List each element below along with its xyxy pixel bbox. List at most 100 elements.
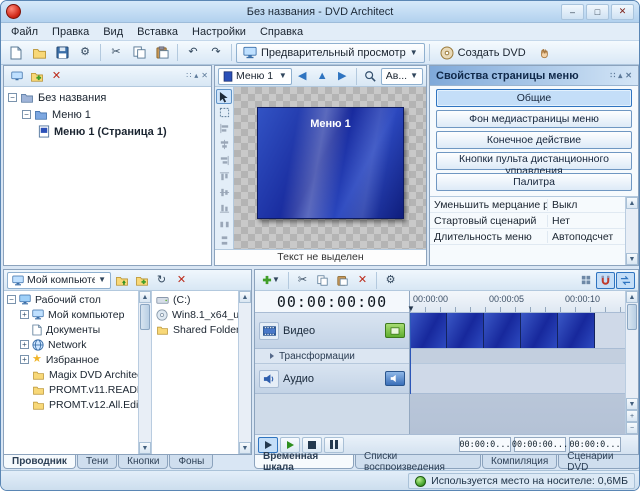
- playhead-marker[interactable]: ▼: [407, 304, 415, 313]
- scroll-track[interactable]: [626, 303, 638, 398]
- scroll-thumb[interactable]: [140, 304, 150, 330]
- tree-row-menu1-page1[interactable]: Меню 1 (Страница 1): [4, 123, 211, 140]
- open-project-button[interactable]: [28, 43, 50, 63]
- property-row[interactable]: Длительность меню Автоподсчет: [430, 229, 625, 245]
- tab-buttons[interactable]: Кнопки: [118, 455, 168, 469]
- property-row[interactable]: Стартовый сценарий Нет: [430, 213, 625, 229]
- zoom-tool-button[interactable]: [361, 68, 380, 85]
- tab-backgrounds[interactable]: Фоны: [169, 455, 213, 469]
- menu-preview[interactable]: Меню 1: [257, 107, 404, 219]
- cut-event-button[interactable]: ✂: [293, 272, 312, 289]
- grid-view-button[interactable]: [576, 272, 595, 289]
- insert-media-button[interactable]: ▼: [258, 272, 284, 289]
- audio-track-lane[interactable]: [410, 364, 625, 394]
- video-track-header[interactable]: Видео: [255, 313, 409, 349]
- scroll-down-button[interactable]: ▼: [239, 442, 251, 454]
- menu-options[interactable]: Настройки: [185, 24, 253, 40]
- insert-video-button[interactable]: [385, 323, 405, 338]
- nav-up-button[interactable]: ▲: [313, 68, 332, 85]
- insert-menu-button[interactable]: [27, 68, 46, 85]
- expand-toggle[interactable]: −: [7, 295, 16, 304]
- align-middle-button[interactable]: [216, 185, 232, 200]
- menu-help[interactable]: Справка: [253, 24, 310, 40]
- align-right-button[interactable]: [216, 153, 232, 168]
- new-folder-button[interactable]: [132, 272, 151, 289]
- panel-collapse-button[interactable]: ▴: [618, 72, 622, 80]
- tab-themes[interactable]: Тени: [77, 455, 117, 469]
- delete-item-button[interactable]: ✕: [47, 68, 66, 85]
- video-event-frame[interactable]: [484, 313, 521, 348]
- create-dvd-button[interactable]: Создать DVD: [434, 43, 532, 63]
- props-tab-general[interactable]: Общие: [436, 89, 632, 107]
- menu-canvas[interactable]: Меню 1: [234, 87, 426, 249]
- menu-view[interactable]: Вид: [96, 24, 130, 40]
- maximize-button[interactable]: □: [586, 4, 609, 20]
- tree-row-favorites[interactable]: + ★ Избранное: [4, 352, 138, 367]
- props-tab-remote-buttons[interactable]: Кнопки пульта дистанционного управления: [436, 152, 632, 170]
- minimize-button[interactable]: –: [561, 4, 584, 20]
- new-project-button[interactable]: [5, 43, 27, 63]
- properties-scrollbar[interactable]: ▲ ▼: [625, 197, 638, 265]
- audio-mute-button[interactable]: [385, 371, 405, 386]
- sizing-tool-button[interactable]: [216, 105, 232, 120]
- scroll-down-button[interactable]: ▼: [626, 398, 638, 410]
- scroll-thumb[interactable]: [627, 304, 637, 330]
- file-row-shared-folders[interactable]: Shared Folders (: [152, 322, 238, 337]
- copy-button[interactable]: [128, 43, 150, 63]
- refresh-button[interactable]: ↻: [152, 272, 171, 289]
- align-top-button[interactable]: [216, 169, 232, 184]
- tree-row-magix-folder[interactable]: Magix DVD Architect Stu...: [4, 367, 138, 382]
- folder-tree-scrollbar[interactable]: ▲ ▼: [138, 291, 151, 454]
- undo-button[interactable]: ↶: [182, 43, 204, 63]
- timeline-tracks-area[interactable]: 00:00:00 00:00:05 00:00:10 ▼: [410, 291, 625, 434]
- menu-selector-dropdown[interactable]: Меню 1 ▼: [218, 68, 292, 85]
- scroll-track[interactable]: [626, 209, 638, 253]
- zoom-in-button[interactable]: +: [626, 410, 638, 422]
- panel-grip-icon[interactable]: ∷: [610, 72, 615, 80]
- video-event-frame[interactable]: [410, 313, 447, 348]
- scroll-up-button[interactable]: ▲: [626, 197, 638, 209]
- show-preview-button[interactable]: [7, 68, 26, 85]
- paste-event-button[interactable]: [333, 272, 352, 289]
- tab-compilation[interactable]: Компиляция: [482, 455, 557, 469]
- scroll-down-button[interactable]: ▼: [626, 253, 638, 265]
- file-row-drive-c[interactable]: (C:): [152, 292, 238, 307]
- location-dropdown[interactable]: Мой компьютер ▼: [7, 272, 111, 289]
- delete-file-button[interactable]: ✕: [172, 272, 191, 289]
- tree-row-menu1[interactable]: − Меню 1: [4, 106, 211, 123]
- redo-button[interactable]: ↷: [205, 43, 227, 63]
- scroll-down-button[interactable]: ▼: [139, 442, 151, 454]
- align-bottom-button[interactable]: [216, 201, 232, 216]
- video-event-frame[interactable]: [521, 313, 558, 348]
- expand-toggle[interactable]: +: [20, 340, 29, 349]
- event-properties-button[interactable]: ⚙: [381, 272, 400, 289]
- tab-timeline[interactable]: Временная шкала: [254, 455, 354, 469]
- delete-event-button[interactable]: ✕: [353, 272, 372, 289]
- expand-toggle[interactable]: −: [22, 110, 31, 119]
- nav-forward-button[interactable]: ▶: [333, 68, 352, 85]
- interaction-hand-button[interactable]: [533, 43, 555, 63]
- tree-row-promt11-folder[interactable]: PROMT.v11.READNFO_KE...: [4, 382, 138, 397]
- props-tab-background[interactable]: Фон медиастраницы меню: [436, 110, 632, 128]
- timecode-display[interactable]: 00:00:00:00: [255, 291, 409, 313]
- selection-end-timecode[interactable]: 00:00:00...: [514, 437, 566, 452]
- property-value[interactable]: Автоподсчет: [547, 231, 625, 243]
- preview-button[interactable]: Предварительный просмотр ▼: [236, 43, 425, 63]
- transform-subtrack-header[interactable]: Трансформации: [255, 349, 409, 364]
- project-properties-button[interactable]: ⚙: [74, 43, 96, 63]
- menu-edit[interactable]: Правка: [45, 24, 96, 40]
- auto-ripple-button[interactable]: [616, 272, 635, 289]
- timeline-ruler[interactable]: 00:00:00 00:00:05 00:00:10 ▼: [410, 291, 625, 313]
- tree-row-network[interactable]: + Network: [4, 337, 138, 352]
- menu-insert[interactable]: Вставка: [130, 24, 185, 40]
- property-value[interactable]: Нет: [547, 215, 625, 227]
- close-button[interactable]: ✕: [611, 4, 634, 20]
- panel-close-button[interactable]: ✕: [201, 72, 208, 80]
- paste-button[interactable]: [151, 43, 173, 63]
- tab-dvd-scripts[interactable]: Сценарии DVD: [558, 455, 640, 469]
- menu-file[interactable]: Файл: [4, 24, 45, 40]
- scroll-up-button[interactable]: ▲: [239, 291, 251, 303]
- file-list-scrollbar[interactable]: ▲ ▼: [238, 291, 251, 454]
- selection-tool-button[interactable]: [216, 89, 232, 104]
- video-track-lane[interactable]: [410, 313, 625, 349]
